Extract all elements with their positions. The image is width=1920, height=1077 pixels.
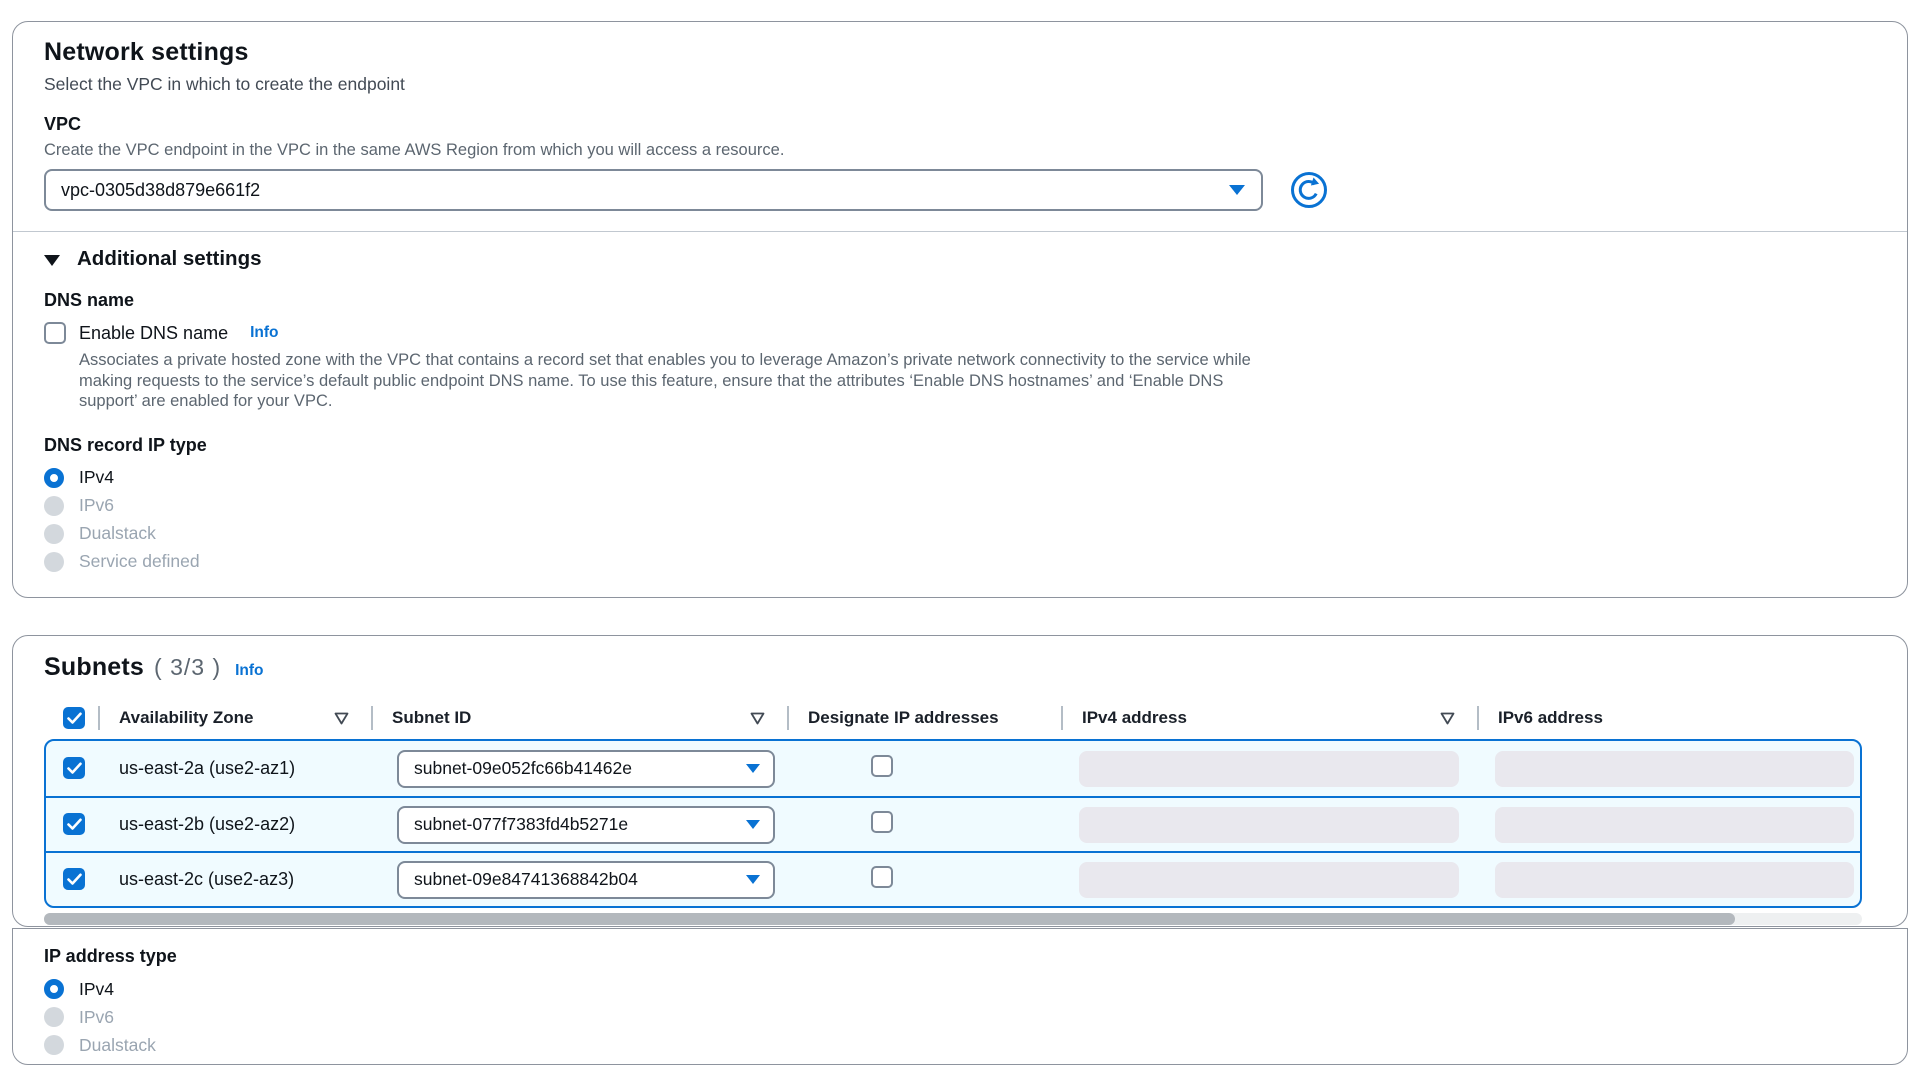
additional-settings-toggle[interactable]: Additional settings bbox=[44, 247, 1876, 271]
subnets-section: Subnets ( 3/3 ) Info Availability Zone S… bbox=[12, 635, 1908, 927]
refresh-button[interactable] bbox=[1288, 169, 1330, 211]
ipv4-address-input bbox=[1079, 751, 1459, 787]
vpc-select[interactable]: vpc-0305d38d879e661f2 bbox=[44, 169, 1263, 211]
enable-dns-name-row: Enable DNS name Info bbox=[44, 322, 1876, 344]
select-all-checkbox[interactable] bbox=[63, 707, 85, 729]
row-select-checkbox[interactable] bbox=[63, 868, 85, 890]
designate-ip-checkbox[interactable] bbox=[871, 755, 893, 777]
ipv4-address-input bbox=[1079, 862, 1459, 898]
check-icon bbox=[67, 818, 82, 831]
chevron-down-icon bbox=[746, 820, 760, 829]
subnet-id-select[interactable]: subnet-09e052fc66b41462e bbox=[397, 750, 775, 788]
check-icon bbox=[67, 762, 82, 775]
chevron-down-icon bbox=[746, 875, 760, 884]
ipv6-address-input bbox=[1495, 751, 1854, 787]
ipv4-address-input bbox=[1079, 807, 1459, 843]
radio-row-ipv4: IPv4 bbox=[44, 464, 1876, 492]
check-icon bbox=[67, 873, 82, 886]
ip-address-type-section: IP address type IPv4 IPv6 Dualstack bbox=[12, 928, 1908, 1065]
row-select-checkbox[interactable] bbox=[63, 813, 85, 835]
section-subtitle: Select the VPC in which to create the en… bbox=[44, 73, 1876, 95]
horizontal-scrollbar-thumb[interactable] bbox=[44, 913, 1735, 925]
table-row: us-east-2a (use2-az1) subnet-09e052fc66b… bbox=[46, 741, 1860, 796]
horizontal-scrollbar bbox=[44, 913, 1862, 925]
sort-icon[interactable] bbox=[334, 712, 349, 725]
radio-ipv6 bbox=[44, 496, 64, 516]
subnets-title: Subnets bbox=[44, 650, 144, 684]
radio-dualstack bbox=[44, 524, 64, 544]
dns-record-ip-type-group: IPv4 IPv6 Dualstack Service defined bbox=[44, 464, 1876, 576]
availability-zone-cell: us-east-2c (use2-az3) bbox=[98, 869, 371, 890]
radio-row-dualstack: Dualstack bbox=[44, 520, 1876, 548]
column-header-ipv4-address[interactable]: IPv4 address bbox=[1061, 697, 1477, 739]
ip-address-type-group: IPv4 IPv6 Dualstack bbox=[44, 975, 1876, 1059]
radio-row-ipv6: IPv6 bbox=[44, 492, 1876, 520]
subnets-table-body: us-east-2a (use2-az1) subnet-09e052fc66b… bbox=[44, 739, 1862, 908]
radio-row-dualstack: Dualstack bbox=[44, 1031, 1876, 1059]
availability-zone-cell: us-east-2a (use2-az1) bbox=[98, 758, 371, 779]
refresh-icon bbox=[1288, 169, 1330, 211]
radio-ipv4[interactable] bbox=[44, 979, 64, 999]
designate-ip-checkbox[interactable] bbox=[871, 811, 893, 833]
ipv6-address-input bbox=[1495, 862, 1854, 898]
chevron-down-icon bbox=[1229, 185, 1245, 195]
subnets-header: Subnets ( 3/3 ) Info bbox=[44, 650, 1876, 684]
chevron-down-icon bbox=[746, 764, 760, 773]
subnet-id-value: subnet-077f7383fd4b5271e bbox=[414, 814, 628, 835]
ip-address-type-label: IP address type bbox=[44, 945, 1876, 967]
caret-down-icon bbox=[44, 255, 60, 266]
subnet-id-value: subnet-09e052fc66b41462e bbox=[414, 758, 632, 779]
radio-ipv6 bbox=[44, 1007, 64, 1027]
table-row: us-east-2c (use2-az3) subnet-09e84741368… bbox=[46, 851, 1860, 906]
vpc-select-row: vpc-0305d38d879e661f2 bbox=[44, 169, 1876, 211]
vpc-select-value: vpc-0305d38d879e661f2 bbox=[61, 180, 260, 201]
radio-row-service-defined: Service defined bbox=[44, 548, 1876, 576]
radio-row-ipv6: IPv6 bbox=[44, 1003, 1876, 1031]
column-header-availability-zone[interactable]: Availability Zone bbox=[98, 697, 371, 739]
ipv6-address-input bbox=[1495, 807, 1854, 843]
radio-ipv4[interactable] bbox=[44, 468, 64, 488]
column-header-subnet-id[interactable]: Subnet ID bbox=[371, 697, 787, 739]
select-all-cell bbox=[44, 707, 98, 729]
enable-dns-name-checkbox[interactable] bbox=[44, 322, 66, 344]
designate-ip-checkbox[interactable] bbox=[871, 866, 893, 888]
section-divider bbox=[13, 231, 1907, 232]
enable-dns-name-checkbox-label: Enable DNS name bbox=[79, 323, 228, 344]
radio-dualstack bbox=[44, 1035, 64, 1055]
subnet-id-select[interactable]: subnet-09e84741368842b04 bbox=[397, 861, 775, 899]
additional-settings-title: Additional settings bbox=[77, 247, 262, 271]
column-header-ipv6-address: IPv6 address bbox=[1477, 697, 1876, 739]
table-row: us-east-2b (use2-az2) subnet-077f7383fd4… bbox=[46, 796, 1860, 851]
dns-name-description: Associates a private hosted zone with th… bbox=[79, 350, 1274, 412]
column-header-designate-ip: Designate IP addresses bbox=[787, 697, 1061, 739]
dns-name-info-link[interactable]: Info bbox=[250, 324, 278, 342]
radio-service-defined bbox=[44, 552, 64, 572]
availability-zone-cell: us-east-2b (use2-az2) bbox=[98, 814, 371, 835]
dns-record-ip-type-label: DNS record IP type bbox=[44, 434, 1876, 456]
row-select-checkbox[interactable] bbox=[63, 757, 85, 779]
check-icon bbox=[67, 712, 82, 725]
vpc-description: Create the VPC endpoint in the VPC in th… bbox=[44, 140, 1876, 161]
subnet-id-value: subnet-09e84741368842b04 bbox=[414, 869, 638, 890]
network-settings-section: Network settings Select the VPC in which… bbox=[12, 21, 1908, 598]
dns-name-label: DNS name bbox=[44, 289, 1876, 311]
subnets-count: ( 3/3 ) bbox=[154, 654, 221, 681]
subnet-id-select[interactable]: subnet-077f7383fd4b5271e bbox=[397, 806, 775, 844]
table-header-row: Availability Zone Subnet ID Designate IP… bbox=[44, 697, 1876, 739]
section-title: Network settings bbox=[44, 37, 1876, 67]
sort-icon[interactable] bbox=[750, 712, 765, 725]
sort-icon[interactable] bbox=[1440, 712, 1455, 725]
radio-row-ipv4: IPv4 bbox=[44, 975, 1876, 1003]
vpc-label: VPC bbox=[44, 113, 1876, 135]
subnets-info-link[interactable]: Info bbox=[235, 662, 263, 680]
